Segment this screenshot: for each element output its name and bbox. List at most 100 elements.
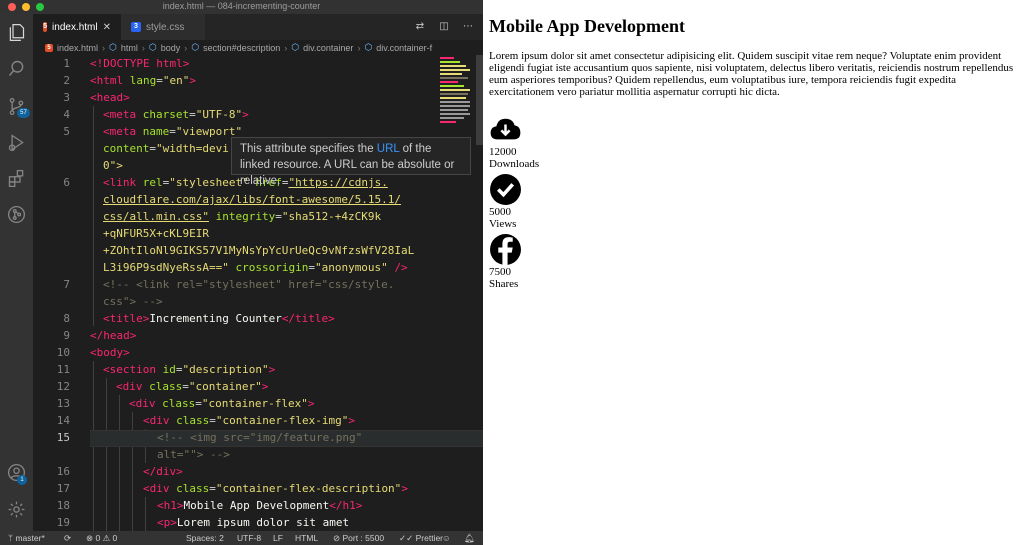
code-text: 0"> xyxy=(103,157,123,174)
code-line: css"> --> xyxy=(33,293,483,310)
extensions-icon[interactable] xyxy=(6,168,27,189)
more-actions-icon[interactable]: ⋯ xyxy=(461,20,475,34)
problems-status[interactable]: ⊗ 0 ⚠ 0 xyxy=(86,531,117,545)
breadcrumb-item[interactable]: body xyxy=(161,43,181,53)
live-server-status[interactable]: ⊘ Port : 5500 xyxy=(333,531,384,545)
git-graph-icon[interactable] xyxy=(6,204,27,225)
line-number: 13 xyxy=(56,397,70,410)
css3-icon: 3 xyxy=(131,22,141,32)
breadcrumb-item[interactable]: html xyxy=(121,43,138,53)
chevron-right-icon: › xyxy=(141,42,145,53)
code-text: css/all.min.css" integrity="sha512-+4zCK… xyxy=(103,210,382,223)
code-text: +ZOhtIloNl9GIKS57V1MyNsYpYcUrUeQc9vNfzsW… xyxy=(103,242,414,259)
indentation-status[interactable]: Spaces: 2 xyxy=(186,531,224,545)
code-token: "container-flex-description" xyxy=(215,482,402,495)
code-token: <head> xyxy=(90,91,130,104)
tooltip-text: This attribute specifies the xyxy=(240,143,377,155)
encoding-status[interactable]: UTF-8 xyxy=(237,531,261,545)
port-label: Port : 5500 xyxy=(342,533,385,543)
code-line: 15 <!-- <img src="img/feature.png" xyxy=(33,429,483,446)
code-token: class xyxy=(149,380,183,393)
code-url[interactable]: css/all.min.css" xyxy=(103,210,209,223)
minimap-line xyxy=(440,89,470,91)
stat-number: 12000 xyxy=(489,146,517,158)
code-token: "en" xyxy=(162,74,190,87)
chevron-right-icon: › xyxy=(184,42,188,53)
minimap-line xyxy=(440,105,470,107)
stat-downloads: 12000 Downloads xyxy=(489,113,609,171)
hover-tooltip: This attribute specifies the URL of the … xyxy=(231,137,471,187)
code-text: <!-- <img src="img/feature.png" xyxy=(157,429,362,446)
status-bar: ᛘ master* ⟳ ⊗ 0 ⚠ 0 Spaces: 2 UTF-8 LF H… xyxy=(0,531,483,545)
notifications-bell-icon[interactable]: 🔔︎ xyxy=(464,531,475,545)
code-line: 17 <div class="container-flex-descriptio… xyxy=(33,480,483,497)
minimap-line xyxy=(440,57,454,59)
minimap[interactable] xyxy=(440,55,474,135)
feedback-icon[interactable]: ☺ xyxy=(442,531,451,545)
scrollbar-thumb[interactable] xyxy=(476,55,483,145)
page-heading: Mobile App Development xyxy=(489,16,685,36)
cloud-download-icon xyxy=(489,113,522,146)
code-text: alt=""> --> xyxy=(157,446,230,463)
editor-scrollbar[interactable] xyxy=(476,55,483,531)
breadcrumb-item[interactable]: section#description xyxy=(203,43,280,53)
tab-style-css[interactable]: 3 style.css xyxy=(121,14,205,40)
breadcrumb-item[interactable]: div.container xyxy=(303,43,353,53)
code-token: "width=devi xyxy=(155,142,229,155)
code-token: crossorigin xyxy=(235,261,309,274)
stat-number: 7500 xyxy=(489,266,511,278)
line-number: 2 xyxy=(63,74,70,87)
tab-index-html[interactable]: 5 index.html ✕ xyxy=(33,14,121,40)
code-text: </head> xyxy=(90,327,136,344)
title-bar: index.html — 084-incrementing-counter xyxy=(0,0,483,14)
code-text: content="width=devi xyxy=(103,142,229,155)
element-icon: ⬡ xyxy=(291,42,300,52)
split-editor-icon[interactable]: ◫ xyxy=(437,20,451,34)
settings-gear-icon[interactable] xyxy=(6,499,27,520)
line-number: 11 xyxy=(56,363,70,376)
code-line: 11 <section id="description"> xyxy=(33,361,483,378)
tooltip-link[interactable]: URL xyxy=(377,143,400,155)
code-token: </title> xyxy=(281,312,335,325)
breadcrumb-item[interactable]: div.container-f xyxy=(376,43,432,53)
code-text: <meta name="viewport" xyxy=(103,125,243,138)
run-debug-icon[interactable] xyxy=(6,132,27,153)
code-line: 9 </head> xyxy=(33,327,483,344)
search-icon[interactable] xyxy=(6,58,27,79)
code-token: "sha512-+4zCK9k xyxy=(281,210,382,223)
code-token: Incrementing Counter xyxy=(149,312,282,325)
code-comment: alt=""> --> xyxy=(157,448,230,461)
code-line: css/all.min.css" integrity="sha512-+4zCK… xyxy=(33,208,483,225)
prettier-status[interactable]: ✓✓ Prettier xyxy=(399,531,443,545)
code-text: css"> --> xyxy=(103,293,163,310)
explorer-icon[interactable] xyxy=(6,22,27,43)
line-number: 16 xyxy=(56,465,70,478)
code-text: <div class="container-flex"> xyxy=(129,397,315,410)
minimap-line xyxy=(440,65,466,67)
element-icon: ⬡ xyxy=(148,42,157,52)
account-badge: 1 xyxy=(17,475,27,485)
branch-status[interactable]: ᛘ master* xyxy=(8,531,45,545)
code-url[interactable]: cloudflare.com/ajax/libs/font-awesome/5.… xyxy=(103,193,401,206)
code-editor[interactable]: 1 <!DOCTYPE html> 2 <html lang="en"> 3 <… xyxy=(33,55,483,531)
page-paragraph: Lorem ipsum dolor sit amet consectetur a… xyxy=(489,50,1014,98)
line-number: 19 xyxy=(56,516,70,529)
code-token: <p> xyxy=(157,516,177,529)
code-token: 0"> xyxy=(103,159,123,172)
eol-status[interactable]: LF xyxy=(273,531,283,545)
open-changes-icon[interactable]: ⇄ xyxy=(413,20,427,34)
breadcrumb-item[interactable]: index.html xyxy=(57,43,98,53)
line-number: 6 xyxy=(63,176,70,189)
stat-label: Shares xyxy=(489,278,519,290)
code-token: "stylesheet" xyxy=(169,176,249,189)
sync-icon[interactable]: ⟳ xyxy=(64,531,71,545)
editor-actions: ⇄ ◫ ⋯ xyxy=(413,20,475,34)
code-line: 3 <head> xyxy=(33,89,483,106)
element-icon: ⬡ xyxy=(191,42,200,52)
close-icon[interactable]: ✕ xyxy=(103,22,111,33)
code-url[interactable]: "https://cdnjs. xyxy=(288,176,387,189)
double-check-icon: ✓✓ xyxy=(399,533,416,543)
code-text: <title>Incrementing Counter</title> xyxy=(103,310,335,327)
language-status[interactable]: HTML xyxy=(295,531,318,545)
code-token: Mobile App Development xyxy=(183,499,330,512)
